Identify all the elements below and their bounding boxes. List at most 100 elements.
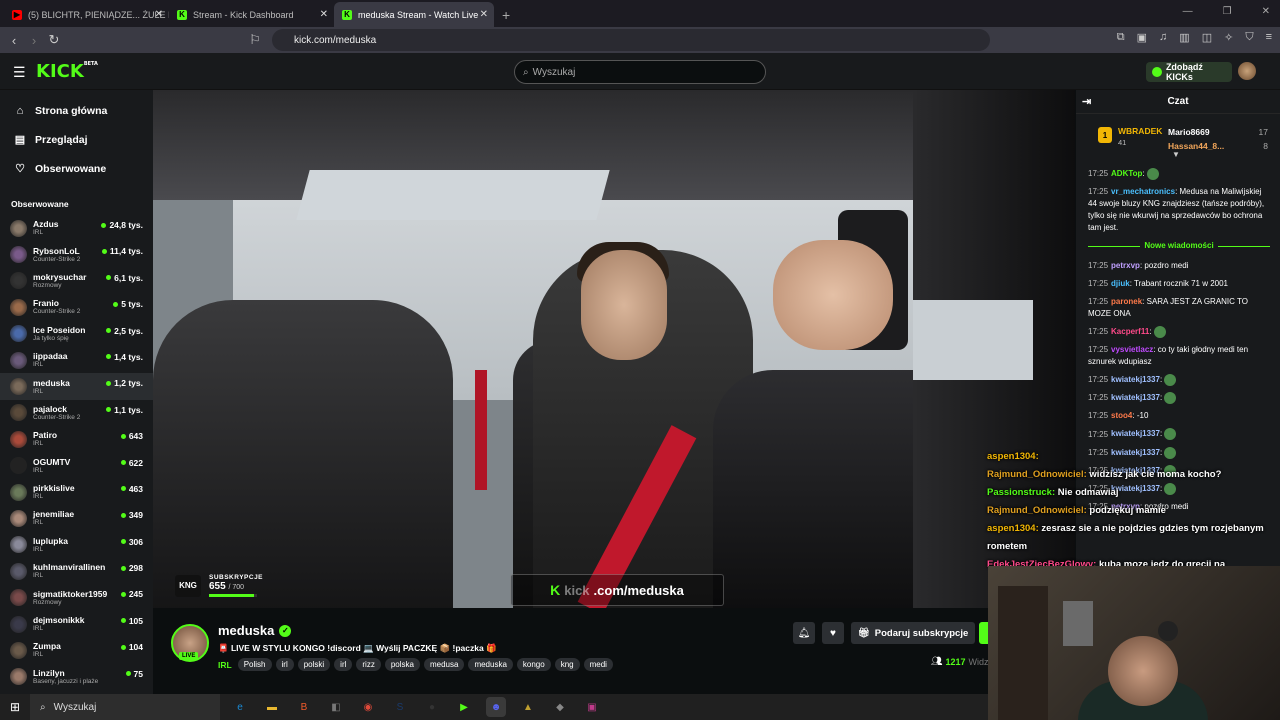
sidebar-icon[interactable]: ▥ [1179, 31, 1189, 44]
follow-button[interactable] [979, 622, 988, 644]
followed-channel[interactable]: kuhlmanvirallinen IRL 298 [0, 558, 153, 584]
stream-tag[interactable]: polska [384, 658, 420, 671]
user-avatar[interactable] [1238, 62, 1256, 80]
stream-tag[interactable]: kng [554, 658, 580, 671]
taskbar-search[interactable]: ⌕ Wyszukaj [30, 694, 220, 720]
notifications-button[interactable]: 🔔︎ [793, 622, 815, 644]
followed-channel[interactable]: Zumpa IRL 104 [0, 637, 153, 663]
followed-channel[interactable]: RybsonLoL Counter-Strike 2 11,4 tys. [0, 241, 153, 267]
chat-username[interactable]: petrxvp [1111, 261, 1140, 270]
explorer-icon[interactable]: ▬ [262, 697, 282, 717]
windows-start-icon[interactable]: ⊞ [0, 700, 30, 714]
channel-name: pajalock [33, 403, 68, 414]
stream-category[interactable]: IRL [218, 660, 232, 670]
streamer-name[interactable]: meduska [218, 623, 274, 638]
forward-icon[interactable]: › [24, 33, 44, 48]
chat-username[interactable]: vysvietlacz [1111, 345, 1153, 354]
followed-channel[interactable]: Franio Counter-Strike 2 5 tys. [0, 294, 153, 320]
stream-tag[interactable]: rizz [356, 658, 381, 671]
sidebar-nav-item[interactable]: ⌂ Strona główna [0, 96, 153, 125]
get-kicks-button[interactable]: Zdobądź KICKs [1146, 62, 1232, 82]
chrome-icon[interactable]: ◉ [358, 697, 378, 717]
app-icon[interactable]: ◧ [326, 697, 346, 717]
reload-icon[interactable]: ↻ [44, 32, 64, 48]
leaderboard-user[interactable]: Mario8669 [1168, 125, 1210, 139]
stream-tag[interactable]: kongo [516, 658, 551, 671]
stream-tag[interactable]: meduska [468, 658, 513, 671]
followed-channel[interactable]: sigmatiktoker1959 Rozmowy 245 [0, 584, 153, 610]
chat-username[interactable]: ADKTop [1111, 169, 1142, 178]
hamburger-menu-icon[interactable]: ☰ [13, 64, 26, 81]
wallet-icon[interactable]: ◫ [1202, 31, 1212, 44]
steam-icon[interactable]: S [390, 697, 410, 717]
stream-tag[interactable]: irl [334, 658, 353, 671]
chat-username[interactable]: Kacperf11 [1111, 327, 1149, 336]
ai-icon[interactable]: ✧ [1224, 31, 1233, 44]
chat-username[interactable]: stoo4 [1111, 411, 1132, 420]
stream-tag[interactable]: medusa [423, 658, 465, 671]
tab-close-icon[interactable]: ✕ [480, 9, 488, 20]
kick-icon[interactable]: ▶ [454, 697, 474, 717]
sidebar-nav-item[interactable]: ▤ Przeglądaj [0, 125, 153, 154]
chat-username[interactable]: kwiatekj1337 [1111, 393, 1160, 402]
followed-channel[interactable]: luplupka IRL 306 [0, 532, 153, 558]
bookmark-icon[interactable]: ⚐ [245, 32, 265, 48]
chat-username[interactable]: vr_mechatronics [1111, 187, 1175, 196]
follow-heart-button[interactable]: ♥ [822, 622, 844, 644]
tab-close-icon[interactable]: ✕ [320, 9, 328, 20]
browser-tab[interactable]: K Stream - Kick Dashboard ✕ [169, 2, 334, 27]
edge-icon[interactable]: e [230, 697, 250, 717]
expand-leaderboard-icon[interactable]: ▼ [1172, 150, 1180, 159]
sidebar-nav-item[interactable]: ♡ Obserwowane [0, 154, 153, 183]
followed-channel[interactable]: meduska IRL 1,2 tys. [0, 373, 153, 400]
leaderboard-top-user[interactable]: WBRADEK [1118, 126, 1162, 136]
stream-tag[interactable]: medi [583, 658, 613, 671]
followed-channel[interactable]: iippadaa IRL 1,4 tys. [0, 347, 153, 373]
collapse-chat-icon[interactable]: ⇥ [1082, 95, 1091, 108]
maximize-icon[interactable]: ❐ [1223, 6, 1232, 17]
stream-tag[interactable]: polski [297, 658, 331, 671]
extensions-icon[interactable]: ⧉ [1117, 31, 1125, 44]
video-player[interactable]: KNG SUBSKRYPCJE 655 / 700 K kick .com/med… [153, 90, 1075, 608]
followed-channel[interactable]: Ice Poseidon Ja tylko śpię 2,5 tys. [0, 321, 153, 347]
followed-channel[interactable]: mokrysuchar Rozmowy 6,1 tys. [0, 268, 153, 294]
tab-close-icon[interactable]: ✕ [155, 9, 163, 20]
brave-icon[interactable]: B [294, 697, 314, 717]
close-window-icon[interactable]: ✕ [1262, 6, 1270, 17]
kick-logo[interactable]: KICKBETA [36, 61, 98, 82]
chat-username[interactable]: paronek [1111, 297, 1142, 306]
video-frame-side-window [913, 300, 1033, 380]
followed-channel[interactable]: dejmsonikkk IRL 105 [0, 611, 153, 637]
app3-icon[interactable]: ◆ [550, 697, 570, 717]
channel-avatar [10, 219, 27, 237]
stream-tag[interactable]: irl [275, 658, 294, 671]
channel-text: sigmatiktoker1959 Rozmowy [33, 589, 107, 607]
new-tab-icon[interactable]: + [494, 2, 518, 27]
chat-username[interactable]: djiuk [1111, 279, 1130, 288]
menu-icon[interactable]: ≡ [1266, 31, 1272, 44]
vpn-icon[interactable]: ⛉ [1245, 31, 1253, 44]
app2-icon[interactable]: ▲ [518, 697, 538, 717]
music-icon[interactable]: ♫ [1159, 31, 1167, 44]
chat-username[interactable]: kwiatekj1337 [1111, 375, 1160, 384]
url-field[interactable]: kick.com/meduska [272, 29, 990, 51]
minimize-icon[interactable]: — [1183, 6, 1193, 17]
followed-channel[interactable]: Azdus IRL 24,8 tys. [0, 215, 153, 241]
followed-channel[interactable]: pirkkislive IRL 463 [0, 479, 153, 505]
gift-sub-button[interactable]: 🎁︎ Podaruj subskrypcje [851, 622, 975, 644]
stream-tag[interactable]: Polish [237, 658, 272, 671]
browser-tab[interactable]: ▶ (5) BLICHTR, PIENIĄDZE... ŻULE I BRU✕ [4, 2, 169, 27]
screenshot-icon[interactable]: ▣ [1137, 31, 1147, 44]
chat-username[interactable]: kwiatekj1337 [1111, 430, 1160, 439]
back-icon[interactable]: ‹ [4, 33, 24, 48]
followed-channel[interactable]: pajalock Counter-Strike 2 1,1 tys. [0, 400, 153, 426]
followed-channel[interactable]: Patiro IRL 643 [0, 426, 153, 452]
search-input[interactable]: ⌕ Wyszukaj [514, 60, 766, 84]
obs-icon[interactable]: ● [422, 697, 442, 717]
discord-icon[interactable]: ☻ [486, 697, 506, 717]
followed-channel[interactable]: OGUMTV IRL 622 [0, 453, 153, 479]
followed-channel[interactable]: Linzilyn Baseny, jacuzzi i plaże 75 [0, 664, 153, 690]
browser-tab[interactable]: Kmeduska Stream - Watch Live ✕ [334, 2, 494, 27]
followed-channel[interactable]: jenemiliae IRL 349 [0, 505, 153, 531]
app4-icon[interactable]: ▣ [582, 697, 602, 717]
